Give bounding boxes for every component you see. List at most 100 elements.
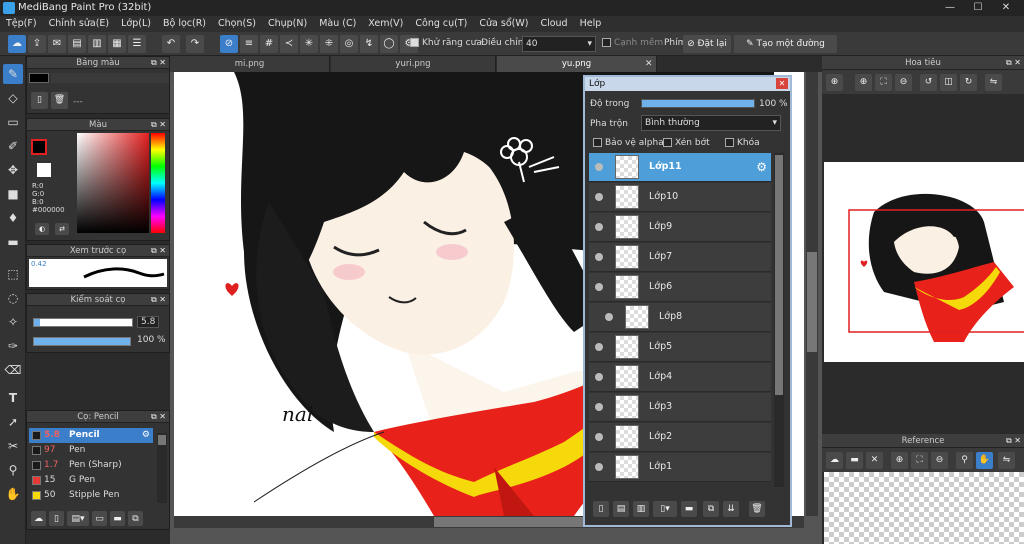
page-icon[interactable]: ▥	[88, 35, 106, 53]
move-tool-icon[interactable]: ✥	[3, 160, 23, 180]
panel-close-icon[interactable]: ⧉ ✕	[151, 57, 166, 69]
cross-ruler-icon[interactable]: #	[260, 35, 278, 53]
brush-item[interactable]: 50 Stipple Pen	[29, 488, 153, 503]
rotate-left-icon[interactable]: ↺	[920, 74, 937, 91]
maximize-button[interactable]: ☐	[964, 0, 992, 16]
brush-doc-icon[interactable]: ▭	[92, 511, 107, 526]
tab-mi[interactable]: mi.png	[170, 56, 330, 72]
antialias-checkbox[interactable]	[410, 38, 419, 47]
layer-row[interactable]: Lớp10	[589, 183, 771, 212]
menu-select[interactable]: Chọn(S)	[212, 16, 262, 32]
clipping-checkbox[interactable]	[663, 138, 672, 147]
eye-icon[interactable]	[595, 373, 603, 381]
hand-tool-icon[interactable]: ✋	[3, 484, 23, 504]
fit-icon[interactable]: ⛶	[875, 74, 892, 91]
blend-mode-dropdown[interactable]: Bình thường ▾	[641, 115, 781, 131]
menu-view[interactable]: Xem(V)	[362, 16, 409, 32]
foreground-color-swatch[interactable]	[31, 139, 47, 155]
layer-settings-icon[interactable]: ⚙	[756, 160, 767, 174]
menu-window[interactable]: Cửa sổ(W)	[473, 16, 534, 32]
eyedropper-icon[interactable]: ⚲	[3, 460, 23, 480]
menu-cloud[interactable]: Cloud	[534, 16, 573, 32]
ellipse-ruler-icon[interactable]: ◯	[380, 35, 398, 53]
layer-row[interactable]: Lớp6	[589, 273, 771, 302]
menu-edit[interactable]: Chỉnh sửa(E)	[43, 16, 116, 32]
layer-row[interactable]: Lớp1	[589, 453, 771, 482]
layer-opacity-slider[interactable]	[641, 99, 755, 108]
panel-close-icon[interactable]: ⧉ ✕	[1006, 434, 1021, 448]
menu-filter[interactable]: Bộ lọc(R)	[157, 16, 212, 32]
reference-open-icon[interactable]: ▬	[846, 452, 863, 469]
reference-zoom-in-icon[interactable]: ⊕	[891, 452, 908, 469]
layer-row[interactable]: Lớp8	[589, 303, 771, 332]
panel-close-icon[interactable]: ⧉ ✕	[1006, 56, 1021, 70]
new-halftone-layer-icon[interactable]: ▤	[613, 501, 629, 517]
delete-palette-icon[interactable]: 🗑	[51, 92, 68, 109]
dot-tool-icon[interactable]: ✐	[3, 136, 23, 156]
soft-edge-checkbox[interactable]	[602, 38, 611, 47]
eye-icon[interactable]	[595, 463, 603, 471]
layer-list-scrollbar[interactable]	[774, 153, 784, 487]
reference-fit-icon[interactable]: ⛶	[911, 452, 928, 469]
brush-item[interactable]: 15 G Pen	[29, 473, 153, 488]
fill-rect-tool-icon[interactable]: ■	[3, 184, 23, 204]
reference-eyedropper-icon[interactable]: ⚲	[956, 452, 973, 469]
brush-duplicate-icon[interactable]: ⧉	[128, 511, 143, 526]
reference-flip-icon[interactable]: ⇋	[998, 452, 1015, 469]
panel-close-icon[interactable]: ⧉ ✕	[151, 294, 166, 306]
color-swap-icon[interactable]: ⇄	[55, 223, 69, 235]
brush-size-value[interactable]: 5.8	[137, 316, 160, 328]
brush-item[interactable]: 1.7 Pen (Sharp)	[29, 458, 153, 473]
select-eraser-icon[interactable]: ⌫	[3, 360, 23, 380]
layer-row[interactable]: Lớp7	[589, 243, 771, 272]
radial-ruler-icon[interactable]: ✳	[300, 35, 318, 53]
curve-ruler-icon[interactable]: ↯	[360, 35, 378, 53]
panel-close-icon[interactable]: ⧉ ✕	[151, 245, 166, 257]
new-brush-icon[interactable]: ▯	[49, 511, 64, 526]
undo-icon[interactable]: ↶	[162, 35, 180, 53]
color-sv-picker[interactable]	[77, 133, 149, 233]
bucket-tool-icon[interactable]: ♦	[3, 208, 23, 228]
zoom-in-icon[interactable]: ⊕	[855, 74, 872, 91]
eye-icon[interactable]	[595, 193, 603, 201]
comment-icon[interactable]: ✉	[48, 35, 66, 53]
gradient-tool-icon[interactable]: ▬	[3, 232, 23, 252]
lasso-tool-icon[interactable]: ◌	[3, 288, 23, 308]
new-layer-icon[interactable]: ▯	[593, 501, 609, 517]
color-mode-icon[interactable]: ◐	[35, 223, 49, 235]
add-brush-icon[interactable]: ☁	[31, 511, 46, 526]
panel-close-icon[interactable]: ⧉ ✕	[151, 119, 166, 131]
reference-hand-icon[interactable]: ✋	[976, 452, 993, 469]
new-palette-icon[interactable]: ▯	[31, 92, 48, 109]
zoom-in-icon[interactable]: ⊕	[826, 74, 843, 91]
delete-layer-icon[interactable]: 🗑	[749, 501, 765, 517]
menu-help[interactable]: Help	[574, 16, 608, 32]
menu-layer[interactable]: Lớp(L)	[115, 16, 157, 32]
concentric-ruler-icon[interactable]: ◎	[340, 35, 358, 53]
eye-icon[interactable]	[595, 283, 603, 291]
cloud-icon[interactable]: ☁	[8, 35, 26, 53]
parallel-ruler-icon[interactable]: ≡	[240, 35, 258, 53]
select-tool-icon[interactable]: ⬚	[3, 264, 23, 284]
tab-yuri[interactable]: yuri.png	[331, 56, 496, 72]
rotate-right-icon[interactable]: ↻	[960, 74, 977, 91]
merge-layer-icon[interactable]: ⇊	[723, 501, 739, 517]
tab-yu[interactable]: yu.png	[497, 56, 657, 72]
grid-page-icon[interactable]: ▦	[108, 35, 126, 53]
background-color-swatch[interactable]	[37, 163, 51, 177]
reference-cloud-icon[interactable]: ☁	[826, 452, 843, 469]
brush-list-scrollbar[interactable]	[157, 433, 167, 503]
flip-icon[interactable]: ⇋	[985, 74, 1002, 91]
zoom-out-icon[interactable]: ⊖	[895, 74, 912, 91]
eye-icon[interactable]	[595, 253, 603, 261]
lock-checkbox[interactable]	[725, 138, 734, 147]
protect-alpha-checkbox[interactable]	[593, 138, 602, 147]
palette-swatch[interactable]	[29, 73, 49, 83]
menu-file[interactable]: Tệp(F)	[0, 16, 43, 32]
layer-row[interactable]: Lớp3	[589, 393, 771, 422]
brush-folder-icon[interactable]: ▬	[110, 511, 125, 526]
minimize-button[interactable]: —	[936, 0, 964, 16]
navigator-preview[interactable]	[824, 162, 1024, 362]
close-layer-window-button[interactable]: ✕	[776, 78, 788, 89]
brush-settings-icon[interactable]: ⚙	[142, 428, 150, 443]
